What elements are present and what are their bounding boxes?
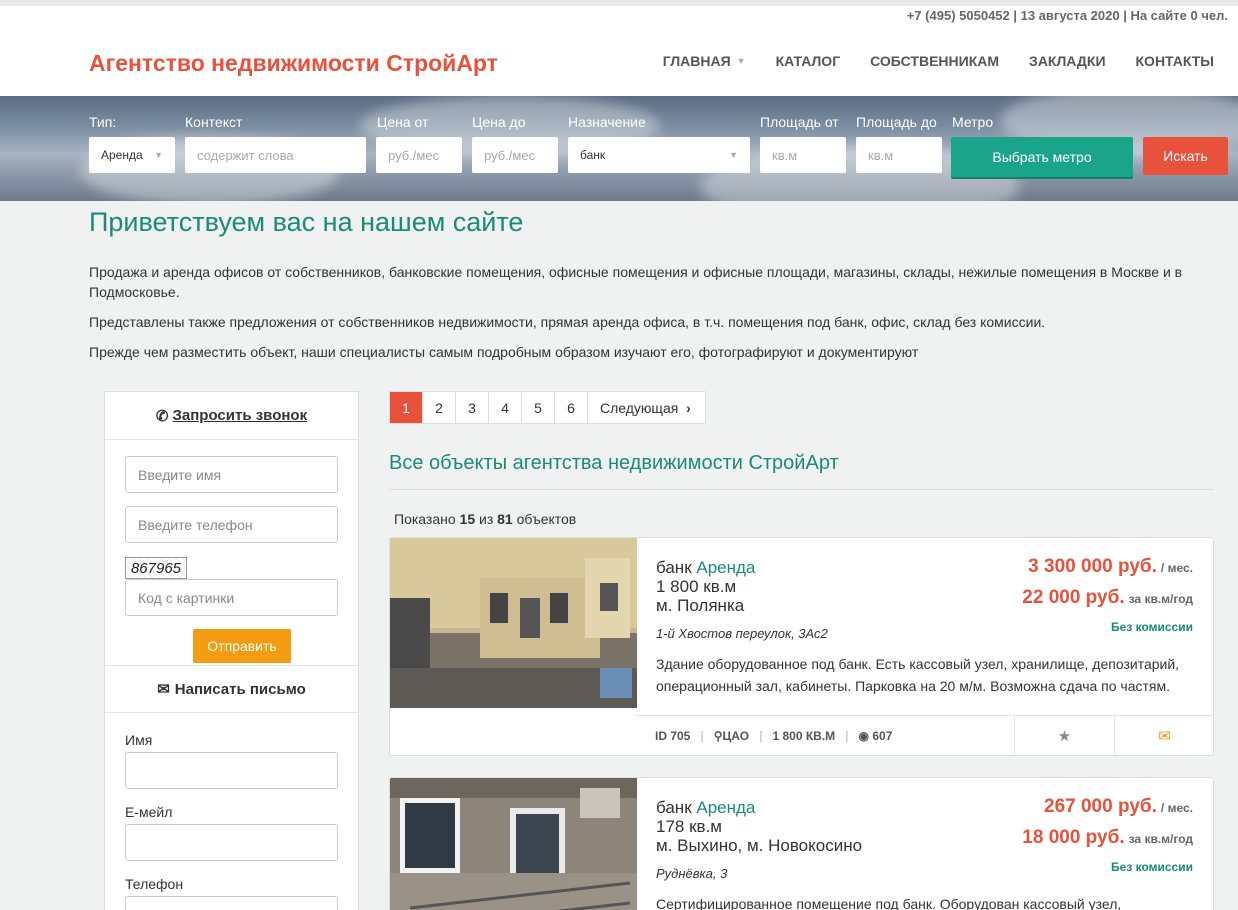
context-input[interactable]: содержит слова	[185, 137, 366, 173]
listing-footer: ID 705 | ⚲ЦАО | 1 800 КВ.М | ◉ 607 ★ ✉	[637, 715, 1213, 755]
listing-photo[interactable]	[390, 538, 637, 708]
no-commission-badge: Без комиссии	[1111, 860, 1193, 874]
listing-photo[interactable]	[390, 778, 637, 910]
bookmark-button[interactable]: ★	[1014, 715, 1114, 755]
phone-input[interactable]: Введите телефон	[125, 506, 338, 543]
list-title: Все объекты агентства недвижимости Строй…	[389, 452, 839, 474]
page-link[interactable]: 6	[555, 392, 588, 423]
area-to-label: Площадь до	[856, 114, 937, 130]
header: +7 (495) 5050452 | 13 августа 2020 | На …	[0, 0, 1238, 96]
intro-text: Продажа и аренда офисов от собственников…	[89, 262, 1209, 372]
letter-email-label: Е-мейл	[125, 804, 173, 820]
page-link[interactable]: 5	[522, 392, 555, 423]
nav-catalog[interactable]: КАТАЛОГ	[776, 53, 841, 69]
listing-title[interactable]: банк Аренда 178 кв.м м. Выхино, м. Новок…	[656, 798, 862, 855]
price-to-label: Цена до	[472, 114, 526, 130]
listing-prices: 267 000 руб. / мес. 18 000 руб. за кв.м/го…	[1022, 796, 1193, 874]
letter-header: ✉ Написать письмо	[105, 665, 358, 713]
letter-email-input[interactable]	[125, 824, 338, 861]
results-count: Показано 15 из 81 объектов	[394, 511, 577, 527]
phone-icon: ✆	[155, 407, 169, 425]
nav-owners[interactable]: СОБСТВЕННИКАМ	[870, 53, 999, 69]
chevron-down-icon: ▼	[729, 150, 738, 160]
area-from-label: Площадь от	[760, 114, 839, 130]
type-label: Тип:	[89, 114, 117, 130]
page-link[interactable]: 4	[489, 392, 522, 423]
eye-icon: ◉	[858, 729, 870, 743]
listing-description: Здание оборудованное под банк. Есть касс…	[656, 656, 1180, 694]
price-from-label: Цена от	[377, 114, 429, 130]
send-button[interactable]: Отправить	[193, 629, 291, 663]
listing-address: 1-й Хвостов переулок, 3Ас2	[656, 626, 828, 641]
nav-contacts[interactable]: КОНТАКТЫ	[1136, 53, 1214, 69]
next-page-link[interactable]: Следующая ›	[588, 392, 705, 423]
main-nav: ГЛАВНАЯ ▼ КАТАЛОГ СОБСТВЕННИКАМ ЗАКЛАДКИ …	[663, 53, 1214, 69]
sidebar: ✆ Запросить звонок Введите имя Введите те…	[104, 391, 359, 910]
no-commission-badge: Без комиссии	[1111, 620, 1193, 634]
chevron-right-icon: ›	[686, 399, 691, 416]
name-input[interactable]: Введите имя	[125, 456, 338, 493]
search-panel: Тип: Аренда ▼ Контекст содержит слова Цен…	[0, 96, 1238, 201]
letter-name-input[interactable]	[125, 752, 338, 789]
intro-paragraph: Представлены также предложения от собств…	[89, 314, 1046, 330]
select-metro-button[interactable]: Выбрать метро	[951, 137, 1133, 177]
listing-description: Сертифицированное помещение под банк. Об…	[656, 896, 1122, 910]
callback-header[interactable]: ✆ Запросить звонок	[105, 392, 358, 440]
divider	[389, 489, 1214, 490]
purpose-label: Назначение	[568, 114, 646, 130]
area-from-input[interactable]: кв.м	[760, 137, 846, 173]
context-label: Контекст	[185, 114, 243, 130]
page-link[interactable]: 1	[390, 392, 423, 423]
area-to-input[interactable]: кв.м	[856, 137, 942, 173]
envelope-icon: ✉	[157, 681, 170, 698]
intro-paragraph: Прежде чем разместить объект, наши специ…	[89, 344, 919, 360]
listing-card[interactable]: банк Аренда 178 кв.м м. Выхино, м. Новок…	[389, 777, 1214, 910]
nav-home[interactable]: ГЛАВНАЯ ▼	[663, 53, 746, 69]
listing-area: 1 800 КВ.М	[772, 729, 836, 743]
page-link[interactable]: 2	[423, 392, 456, 423]
listing-title[interactable]: банк Аренда 1 800 кв.м м. Полянка	[656, 558, 755, 615]
listing-address: Руднёвка, 3	[656, 866, 728, 881]
price-to-input[interactable]: руб./мес	[472, 137, 558, 173]
chevron-down-icon: ▼	[736, 56, 746, 66]
price-from-input[interactable]: руб./мес	[376, 137, 462, 173]
captcha-input[interactable]: Код с картинки	[125, 579, 338, 616]
listing-card[interactable]: банк Аренда 1 800 кв.м м. Полянка 1-й Хв…	[389, 537, 1214, 756]
page-title: Приветствуем вас на нашем сайте	[89, 207, 524, 237]
purpose-select[interactable]: банк ▼	[568, 137, 750, 173]
top-info: +7 (495) 5050452 | 13 августа 2020 | На …	[906, 8, 1228, 23]
search-button[interactable]: Искать	[1143, 137, 1228, 175]
page-link[interactable]: 3	[456, 392, 489, 423]
letter-name-label: Имя	[125, 732, 153, 748]
captcha-image: 867965	[125, 557, 187, 579]
letter-phone-input[interactable]	[125, 896, 338, 910]
nav-bookmarks[interactable]: ЗАКЛАДКИ	[1029, 53, 1105, 69]
site-logo[interactable]: Агентство недвижимости СтройАрт	[89, 50, 498, 77]
intro-paragraph: Продажа и аренда офисов от собственников…	[89, 264, 1183, 300]
type-select[interactable]: Аренда ▼	[89, 137, 175, 173]
envelope-icon: ✉	[1158, 728, 1171, 745]
listing-district: ⚲ЦАО	[713, 729, 750, 743]
letter-phone-label: Телефон	[125, 876, 184, 892]
send-message-button[interactable]: ✉	[1114, 715, 1213, 755]
map-marker-icon: ⚲	[713, 729, 723, 743]
listing-id: ID 705	[655, 729, 691, 743]
listing-views: ◉ 607	[858, 729, 893, 743]
star-icon: ★	[1057, 728, 1072, 745]
listing-prices: 3 300 000 руб. / мес. 22 000 руб. за кв.м/…	[1022, 556, 1193, 634]
pagination: 1 2 3 4 5 6 Следующая ›	[389, 391, 706, 424]
metro-label: Метро	[952, 114, 994, 130]
chevron-down-icon: ▼	[154, 150, 163, 160]
